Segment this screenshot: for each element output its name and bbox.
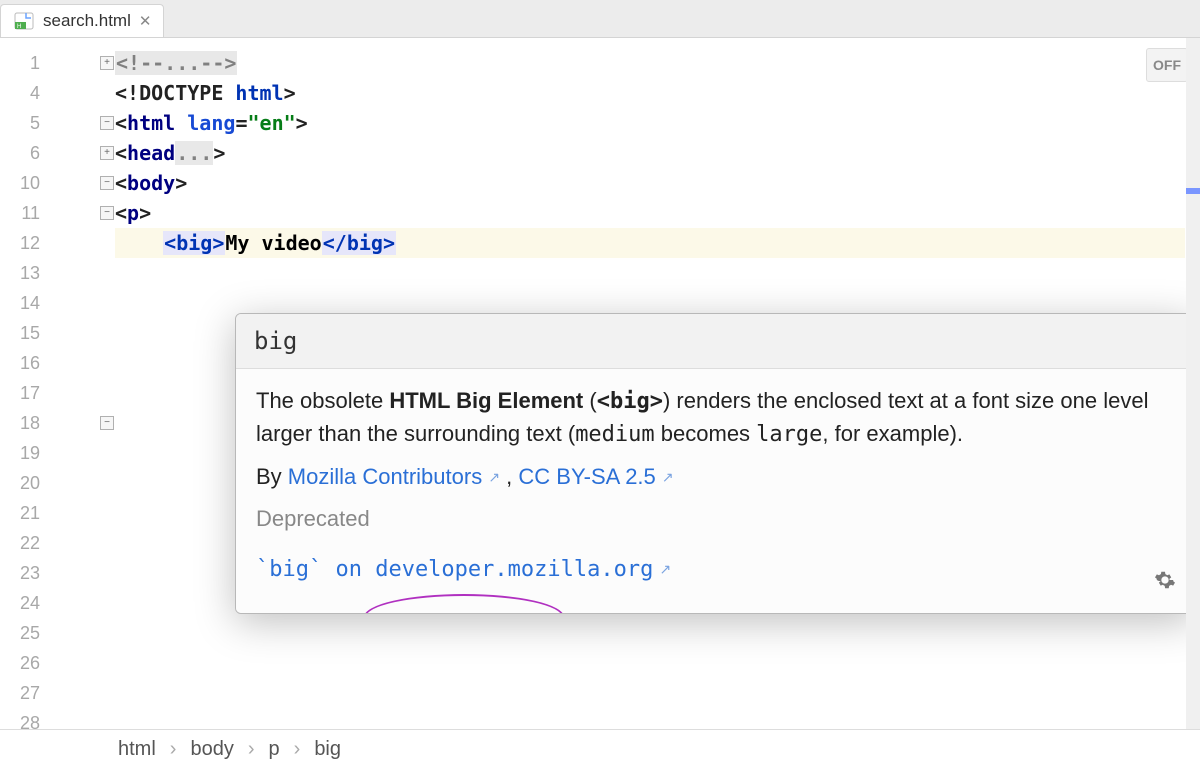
code-text: html: [235, 81, 283, 105]
mdn-link[interactable]: `big` on developer.mozilla.org ↗: [256, 556, 671, 581]
code-text: </: [323, 231, 347, 255]
code-text: >: [213, 141, 225, 165]
popup-body: The obsolete HTML Big Element (<big>) re…: [236, 369, 1194, 613]
file-tab[interactable]: H search.html ✕: [0, 4, 164, 37]
code-text: p: [127, 201, 139, 225]
close-icon[interactable]: ✕: [139, 12, 152, 30]
inspections-off-indicator[interactable]: OFF: [1146, 48, 1188, 82]
popup-description: The obsolete HTML Big Element (<big>) re…: [256, 385, 1174, 451]
code-text: ...: [175, 141, 213, 165]
line-number: 4: [0, 78, 40, 108]
editor: 1 4 5 6 10 11 12 13 14 15 16 17 18 19 20…: [0, 38, 1200, 729]
code-text: <: [115, 141, 127, 165]
code-text: >: [296, 111, 308, 135]
line-number: 24: [0, 588, 40, 618]
line-number: 26: [0, 648, 40, 678]
license-link[interactable]: CC BY-SA 2.5 ↗: [518, 464, 673, 489]
code-area[interactable]: OFF <!--...--> <!DOCTYPE html> <html lan…: [115, 38, 1200, 729]
fold-toggle[interactable]: [100, 56, 114, 70]
breadcrumb-item[interactable]: html: [118, 738, 156, 761]
code-text: <: [115, 111, 127, 135]
external-link-icon: ↗: [662, 469, 674, 485]
external-link-icon: ↗: [659, 561, 671, 577]
popup-title: big: [236, 314, 1194, 369]
fold-toggle[interactable]: [100, 116, 114, 130]
fold-gutter: [50, 38, 115, 729]
code-text: <!--: [116, 51, 164, 75]
line-number: 22: [0, 528, 40, 558]
code-text: >: [139, 201, 151, 225]
code-text: >: [212, 231, 224, 255]
code-text: head: [127, 141, 175, 165]
code-text: lang: [187, 111, 235, 135]
code-text: ...: [164, 51, 200, 75]
code-text: body: [127, 171, 175, 195]
line-number: 6: [0, 138, 40, 168]
html-file-icon: H: [13, 10, 35, 32]
line-number: 1: [0, 48, 40, 78]
line-number: 27: [0, 678, 40, 708]
line-number: 21: [0, 498, 40, 528]
line-number-gutter: 1 4 5 6 10 11 12 13 14 15 16 17 18 19 20…: [0, 38, 50, 729]
svg-text:H: H: [17, 24, 21, 30]
contributors-link[interactable]: Mozilla Contributors ↗: [288, 464, 500, 489]
line-number: 17: [0, 378, 40, 408]
breadcrumb-item[interactable]: body: [190, 738, 233, 761]
code-text: <: [164, 231, 176, 255]
line-number: 12: [0, 228, 40, 258]
code-text: html: [127, 111, 187, 135]
breadcrumb-bar: html › body › p › big: [0, 729, 1200, 769]
code-text: "en": [247, 111, 295, 135]
line-number: 13: [0, 258, 40, 288]
deprecated-label: Deprecated: [256, 503, 370, 535]
tab-bar: H search.html ✕: [0, 0, 1200, 38]
line-number: 15: [0, 318, 40, 348]
fold-toggle[interactable]: [100, 176, 114, 190]
chevron-right-icon: ›: [294, 738, 301, 761]
breadcrumb-item[interactable]: big: [314, 738, 341, 761]
line-number: 10: [0, 168, 40, 198]
chevron-right-icon: ›: [248, 738, 255, 761]
fold-toggle[interactable]: [100, 416, 114, 430]
line-number: 20: [0, 468, 40, 498]
code-text: <: [115, 171, 127, 195]
vertical-scrollbar[interactable]: [1186, 38, 1200, 729]
code-text: My video: [225, 231, 321, 255]
line-number: 25: [0, 618, 40, 648]
external-link-icon: ↗: [488, 469, 500, 485]
line-number: 23: [0, 558, 40, 588]
fold-toggle[interactable]: [100, 206, 114, 220]
code-text: >: [284, 81, 296, 105]
code-text: -->: [200, 51, 236, 75]
documentation-popup: big The obsolete HTML Big Element (<big>…: [235, 313, 1195, 614]
breadcrumb-item[interactable]: p: [269, 738, 280, 761]
code-text: =: [235, 111, 247, 135]
code-text: >: [383, 231, 395, 255]
scroll-marker: [1186, 188, 1200, 194]
line-number: 16: [0, 348, 40, 378]
line-number: 18: [0, 408, 40, 438]
line-number: 14: [0, 288, 40, 318]
fold-toggle[interactable]: [100, 146, 114, 160]
code-text: big: [347, 231, 383, 255]
popup-attribution: By Mozilla Contributors ↗ , CC BY-SA 2.5…: [256, 461, 1174, 493]
line-number: 19: [0, 438, 40, 468]
code-text: >: [175, 171, 187, 195]
tab-filename: search.html: [43, 11, 131, 31]
line-number: 11: [0, 198, 40, 228]
line-number: 5: [0, 108, 40, 138]
code-text: <!DOCTYPE: [115, 81, 235, 105]
code-text: <: [115, 201, 127, 225]
code-text: big: [176, 231, 212, 255]
gear-icon[interactable]: [1154, 568, 1176, 600]
chevron-right-icon: ›: [170, 738, 177, 761]
highlight-annotation: [364, 594, 564, 614]
